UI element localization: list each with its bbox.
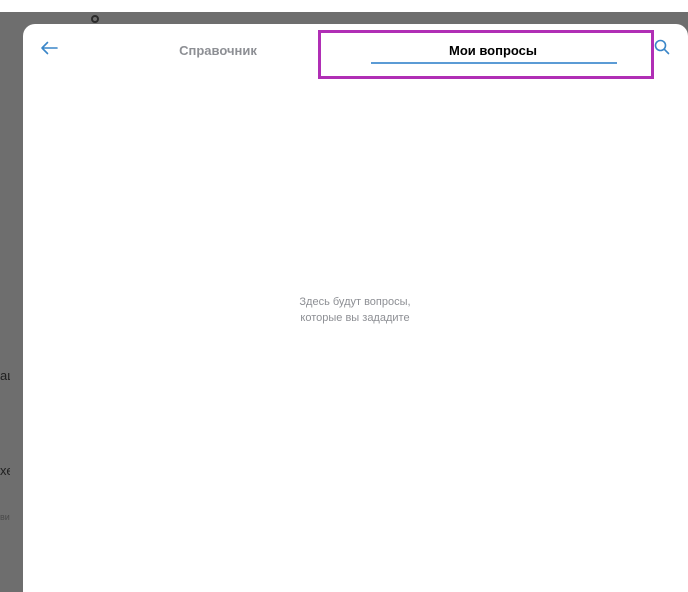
search-button[interactable]	[650, 37, 674, 61]
tab-my-questions[interactable]: Мои вопросы	[369, 40, 617, 62]
background-page-strip	[0, 0, 688, 12]
tab-directory[interactable]: Справочник	[143, 40, 293, 62]
help-modal: Справочник Мои вопросы Здесь будут вопро…	[23, 24, 688, 592]
active-tab-indicator	[371, 62, 617, 64]
empty-state-message: Здесь будут вопросы, которые вы зададите	[205, 294, 505, 326]
empty-state-line: которые вы зададите	[300, 312, 410, 324]
background-text-fragment: ви	[0, 512, 10, 522]
background-icon	[91, 15, 99, 23]
back-button[interactable]	[37, 38, 61, 62]
empty-state-line: Здесь будут вопросы,	[299, 296, 411, 308]
background-text-fragment: хе	[0, 464, 10, 478]
arrow-left-icon	[40, 41, 58, 60]
background-text-fragment: ац	[0, 369, 10, 383]
search-icon	[654, 39, 670, 60]
